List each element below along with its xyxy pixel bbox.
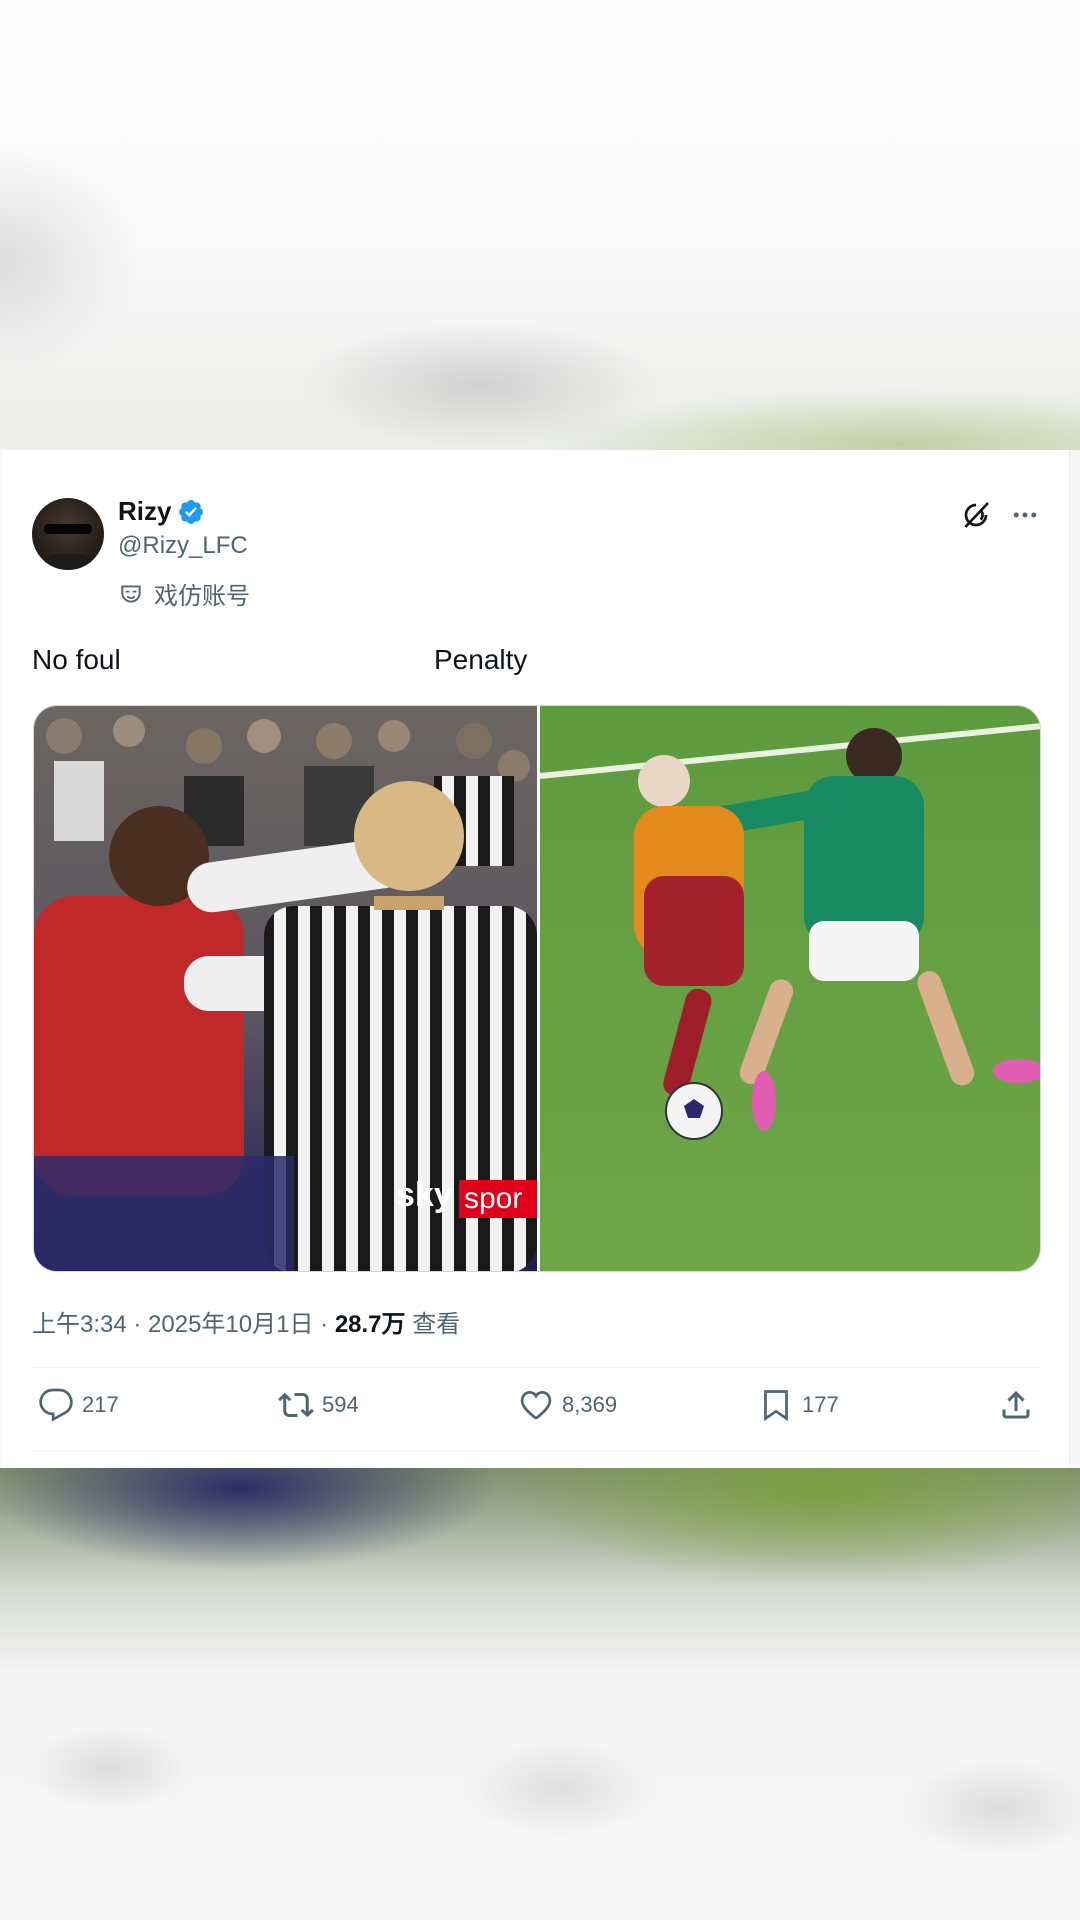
tweet-card: Rizy @Rizy_LFC 戏仿账号 No foul Penalty sky … xyxy=(2,450,1070,1468)
parody-label-text: 戏仿账号 xyxy=(154,583,250,610)
parody-account-label: 戏仿账号 xyxy=(118,576,250,611)
bookmark-count: 177 xyxy=(802,1392,839,1417)
divider-top xyxy=(32,1367,1042,1368)
views-count: 28.7万 xyxy=(334,1311,406,1338)
grok-icon[interactable] xyxy=(960,498,992,532)
parody-mask-icon xyxy=(121,584,141,603)
bookmark-button[interactable]: 177 xyxy=(758,1380,839,1430)
sky-sports-logo: sky spor xyxy=(396,1176,537,1218)
like-button[interactable]: 8,369 xyxy=(518,1380,617,1430)
author-name-row: Rizy xyxy=(118,496,205,527)
avatar[interactable] xyxy=(32,498,104,570)
share-icon xyxy=(1002,1390,1030,1419)
like-icon xyxy=(520,1391,552,1420)
views-label: 查看 xyxy=(405,1311,461,1338)
repost-icon xyxy=(278,1392,314,1418)
tweet-text-left: No foul xyxy=(32,644,121,675)
svg-text:sky: sky xyxy=(396,1176,453,1214)
repost-button[interactable]: 594 xyxy=(278,1380,359,1430)
author-name[interactable]: Rizy xyxy=(118,496,171,527)
tweet-text-right: Penalty xyxy=(434,644,528,675)
action-bar: 217 594 8,369 177 xyxy=(32,1380,1042,1430)
more-icon[interactable] xyxy=(1008,500,1042,530)
repost-count: 594 xyxy=(322,1392,359,1417)
tweet-timestamp[interactable]: 上午3:34 · 2025年10月1日 · xyxy=(32,1311,335,1338)
blurred-background-bottom xyxy=(0,1468,1080,1920)
reply-icon xyxy=(39,1388,73,1422)
reply-button[interactable]: 217 xyxy=(38,1380,119,1430)
svg-text:spor: spor xyxy=(464,1182,522,1215)
blurred-background-top xyxy=(0,0,1080,450)
avatar-glasses xyxy=(44,524,92,534)
reply-count: 217 xyxy=(82,1392,119,1417)
divider-bottom xyxy=(32,1451,1042,1452)
tweet-meta: 上午3:34 · 2025年10月1日 · 28.7万 查看 xyxy=(32,1304,460,1339)
bookmark-icon xyxy=(764,1390,788,1422)
media-right-image xyxy=(539,706,1040,1271)
tweet-media[interactable]: sky spor xyxy=(33,705,1041,1272)
like-count: 8,369 xyxy=(562,1392,618,1417)
avatar-shirt xyxy=(36,554,100,570)
share-button[interactable] xyxy=(998,1380,1042,1430)
verified-badge-icon xyxy=(179,499,204,524)
author-handle[interactable]: @Rizy_LFC xyxy=(118,532,248,560)
media-image: sky spor xyxy=(34,706,1040,1271)
